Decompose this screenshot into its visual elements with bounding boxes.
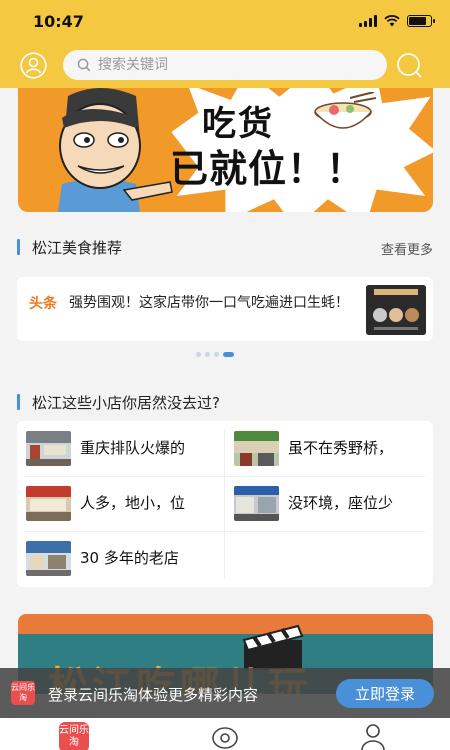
- shops-section-header: 松江这些小店你居然没去过?: [17, 391, 433, 413]
- section-accent-bar: [17, 239, 20, 255]
- carousel-dot: [196, 352, 201, 357]
- cartoon-character-illustration: [58, 88, 173, 212]
- carousel-dot: [205, 352, 210, 357]
- login-prompt-text: 登录云间乐淘体验更多精彩内容: [48, 686, 259, 704]
- shop-item-text: 人多，地小，位: [80, 494, 186, 512]
- user-circle-icon[interactable]: [20, 52, 47, 79]
- shop-thumbnail: [234, 486, 279, 521]
- shop-item[interactable]: 没环境，座位少: [225, 476, 433, 531]
- shop-item-text: 30 多年的老店: [80, 549, 179, 567]
- shop-item[interactable]: 虽不在秀野桥，: [225, 421, 433, 476]
- battery-icon: [407, 15, 435, 27]
- shop-thumbnail: [26, 541, 71, 576]
- status-icons: [359, 15, 435, 27]
- carousel-indicator: [196, 352, 234, 357]
- shop-thumbnail: [26, 486, 71, 521]
- login-button[interactable]: 立即登录: [336, 679, 434, 708]
- search-icon[interactable]: [396, 52, 423, 79]
- headline-card[interactable]: 头条 强势围观！这家店带你一口气吃遍进口生蚝！: [17, 277, 433, 341]
- food-section-title: 松江美食推荐: [32, 239, 123, 257]
- promo-banner[interactable]: 吃货 已就位！！: [18, 88, 433, 212]
- carousel-dot: [214, 352, 219, 357]
- status-time: 10:47: [33, 12, 84, 31]
- status-bar: 10:47: [0, 0, 450, 44]
- shop-item[interactable]: 重庆排队火爆的: [17, 421, 225, 476]
- shop-item[interactable]: 30 多年的老店: [17, 531, 225, 586]
- tab-home[interactable]: 云间乐淘: [59, 722, 89, 750]
- shop-item-text: 虽不在秀野桥，: [288, 439, 394, 457]
- section-accent-bar: [17, 394, 20, 410]
- search-bar[interactable]: [63, 50, 387, 80]
- search-field-icon: [77, 58, 91, 72]
- tab-discover-icon[interactable]: [210, 722, 240, 750]
- headline-text: 强势围观！这家店带你一口气吃遍进口生蚝！: [69, 295, 349, 311]
- search-input[interactable]: [98, 54, 368, 76]
- shop-thumbnail: [26, 431, 71, 466]
- tab-profile-icon[interactable]: [358, 722, 388, 750]
- bottom-tab-bar: 云间乐淘: [0, 718, 450, 750]
- shop-thumbnail: [234, 431, 279, 466]
- app-logo: 云间乐淘: [11, 681, 35, 705]
- app-header: 10:47: [0, 0, 450, 88]
- headline-thumbnail: [366, 285, 426, 335]
- wifi-icon: [384, 15, 400, 27]
- view-more-link[interactable]: 查看更多: [381, 239, 433, 258]
- login-prompt-bar: 云间乐淘 登录云间乐淘体验更多精彩内容 立即登录: [0, 668, 450, 718]
- signal-icon: [359, 15, 377, 27]
- carousel-dot-active: [223, 352, 234, 357]
- shop-item-text: 重庆排队火爆的: [80, 439, 186, 457]
- noodle-bowl-icon: [314, 92, 376, 129]
- shop-grid: 重庆排队火爆的 虽不在秀野桥， 人多，地小，位 没环境，座位少 30 多年的老店: [17, 421, 433, 587]
- banner-line2: 已就位！！: [170, 147, 366, 191]
- food-section-header: 松江美食推荐 查看更多: [17, 236, 433, 258]
- shops-section-title: 松江这些小店你居然没去过?: [32, 394, 220, 412]
- shop-item[interactable]: 人多，地小，位: [17, 476, 225, 531]
- shop-item-text: 没环境，座位少: [288, 494, 394, 512]
